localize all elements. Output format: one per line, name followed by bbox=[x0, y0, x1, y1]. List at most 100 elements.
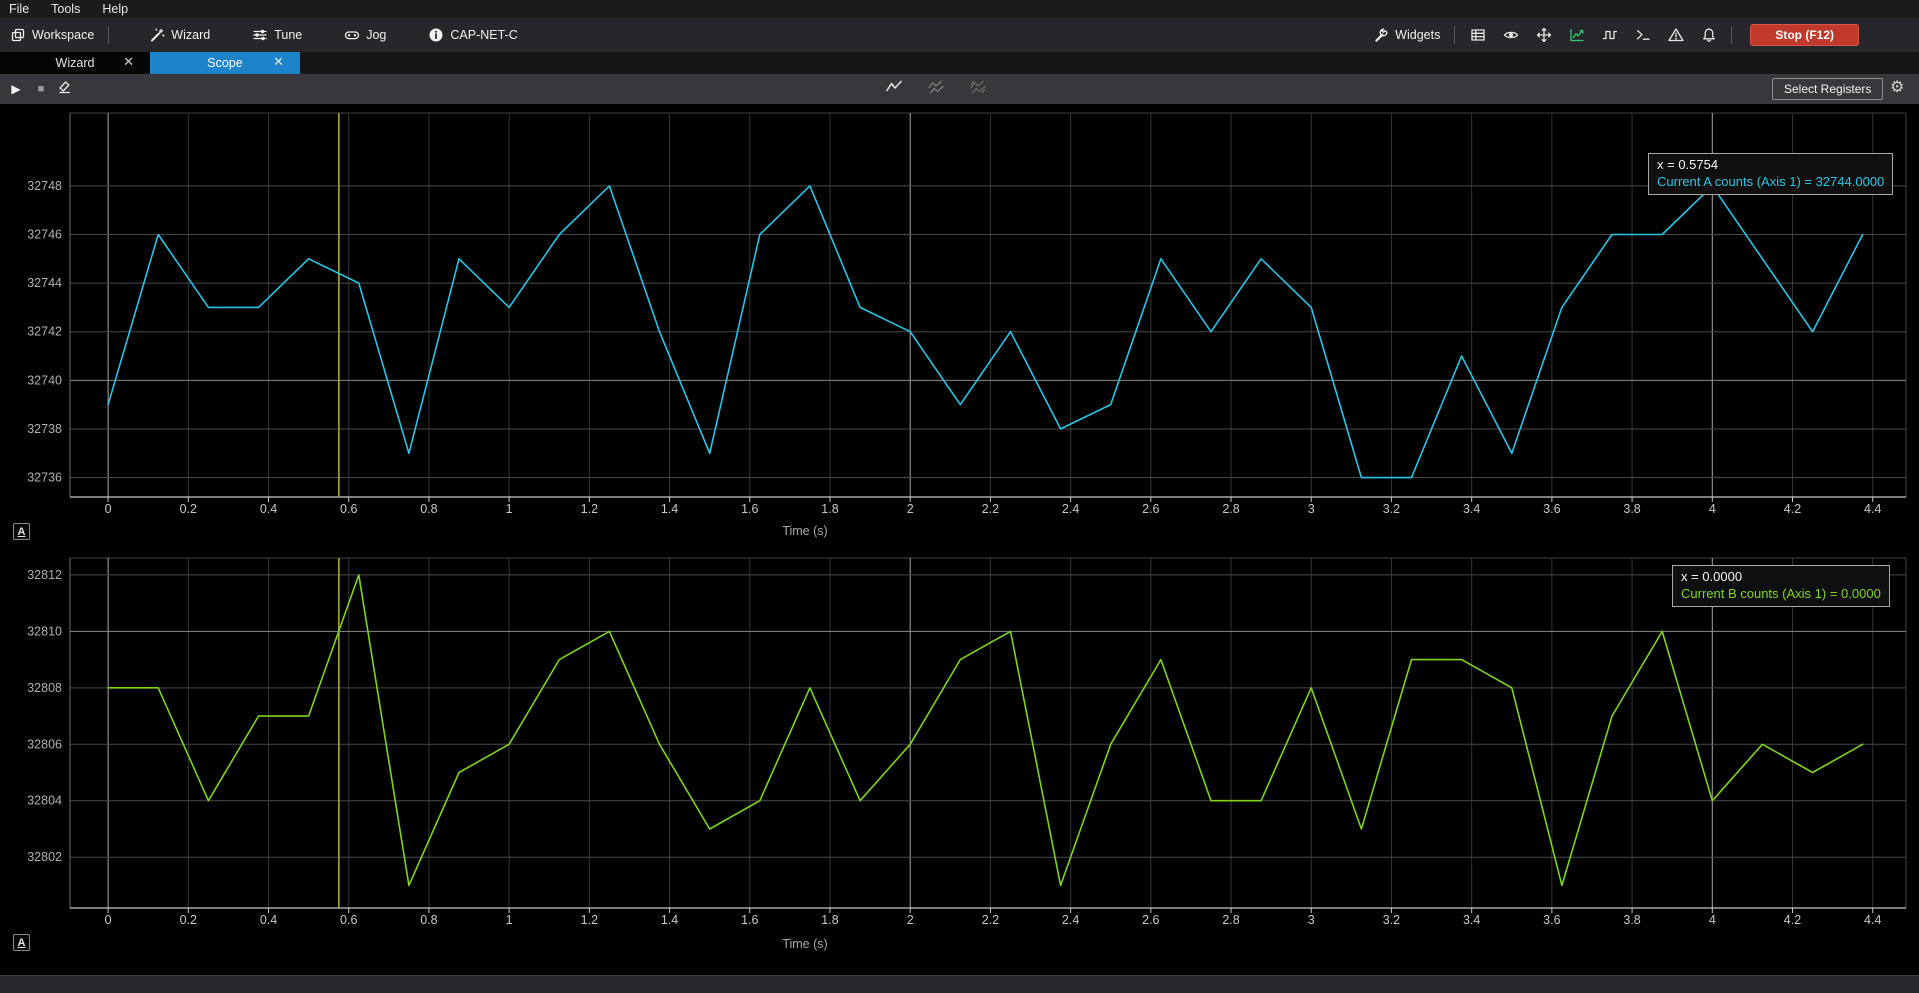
workspace-label: Workspace bbox=[32, 28, 94, 42]
x-tick-label: 1 bbox=[506, 913, 513, 927]
x-tick-label: 2.4 bbox=[1062, 913, 1079, 927]
curve-single-icon bbox=[886, 79, 902, 100]
x-tick-label: 4 bbox=[1709, 502, 1716, 516]
menu-item-help[interactable]: Help bbox=[91, 2, 139, 16]
x-axis-title: Time (s) bbox=[782, 524, 827, 538]
wizard-button[interactable]: Wizard bbox=[141, 23, 218, 47]
autoscale-button-b[interactable]: A bbox=[13, 934, 30, 951]
x-tick-label: 1.4 bbox=[661, 913, 678, 927]
x-tick-label: 0.4 bbox=[260, 502, 277, 516]
cursor-tooltip-a: x = 0.5754 Current A counts (Axis 1) = 3… bbox=[1648, 153, 1893, 195]
x-tick-label: 3.4 bbox=[1463, 502, 1480, 516]
tab-scope[interactable]: Scope ✕ bbox=[150, 52, 300, 74]
x-tick-label: 2.4 bbox=[1062, 502, 1079, 516]
x-tick-label: 3.8 bbox=[1623, 913, 1640, 927]
stop-capture-button[interactable]: ■ bbox=[31, 79, 51, 99]
x-tick-label: 0 bbox=[105, 502, 112, 516]
gear-icon[interactable]: ⚙ bbox=[1890, 77, 1904, 97]
y-tick-label: 32740 bbox=[27, 373, 62, 387]
x-tick-label: 2.6 bbox=[1142, 913, 1159, 927]
tune-button[interactable]: Tune bbox=[244, 23, 310, 47]
x-tick-label: 3.6 bbox=[1543, 502, 1560, 516]
scope-chart-icon[interactable] bbox=[1560, 22, 1593, 48]
eye-icon[interactable] bbox=[1494, 22, 1527, 48]
series-line-b bbox=[108, 575, 1863, 886]
menu-item-tools[interactable]: Tools bbox=[40, 2, 91, 16]
x-tick-label: 3 bbox=[1308, 502, 1315, 516]
y-tick-label: 32806 bbox=[27, 737, 62, 751]
table-icon[interactable] bbox=[1461, 22, 1494, 48]
x-tick-label: 4.2 bbox=[1784, 502, 1801, 516]
autoscale-button-a[interactable]: A bbox=[13, 523, 30, 540]
close-icon[interactable]: ✕ bbox=[273, 54, 284, 70]
tab-bar: Wizard ✕ Scope ✕ bbox=[0, 52, 1919, 74]
tune-label: Tune bbox=[274, 28, 302, 42]
tooltip-a-series-value: Current A counts (Axis 1) = 32744.0000 bbox=[1657, 173, 1884, 190]
stop-button[interactable]: Stop (F12) bbox=[1750, 24, 1859, 46]
terminal-icon[interactable] bbox=[1626, 22, 1659, 48]
warning-icon[interactable] bbox=[1659, 22, 1692, 48]
x-tick-label: 3.8 bbox=[1623, 502, 1640, 516]
y-tick-label: 32804 bbox=[27, 794, 62, 808]
bell-icon[interactable] bbox=[1692, 22, 1725, 48]
menu-item-file[interactable]: File bbox=[0, 2, 40, 16]
x-tick-label: 0.6 bbox=[340, 913, 357, 927]
jog-label: Jog bbox=[366, 28, 386, 42]
x-tick-label: 1.4 bbox=[661, 502, 678, 516]
tooltip-a-x-value: x = 0.5754 bbox=[1657, 156, 1884, 173]
cap-net-c-button[interactable]: CAP-NET-C bbox=[420, 23, 525, 47]
clear-curves-button[interactable] bbox=[968, 79, 988, 99]
tune-sliders-icon bbox=[252, 27, 268, 43]
tab-wizard-label: Wizard bbox=[56, 56, 95, 70]
eraser-icon bbox=[57, 79, 73, 100]
close-icon[interactable]: ✕ bbox=[123, 54, 134, 70]
scope-plot-a: 00.20.40.60.811.21.41.61.822.22.42.62.83… bbox=[27, 113, 1906, 538]
x-tick-label: 2.2 bbox=[982, 913, 999, 927]
workspace-button[interactable]: Workspace bbox=[2, 23, 102, 47]
x-tick-label: 1.8 bbox=[821, 913, 838, 927]
square-wave-icon[interactable] bbox=[1593, 22, 1626, 48]
wrench-icon bbox=[1373, 27, 1389, 43]
move-icon[interactable] bbox=[1527, 22, 1560, 48]
x-tick-label: 3.6 bbox=[1543, 913, 1560, 927]
scope-plot-b: 00.20.40.60.811.21.41.61.822.22.42.62.83… bbox=[27, 558, 1906, 951]
widgets-label: Widgets bbox=[1395, 28, 1440, 42]
x-tick-label: 3 bbox=[1308, 913, 1315, 927]
select-registers-button[interactable]: Select Registers bbox=[1772, 78, 1883, 100]
workspace-icon bbox=[10, 27, 26, 43]
x-tick-label: 4 bbox=[1709, 913, 1716, 927]
x-tick-label: 0.8 bbox=[420, 502, 437, 516]
tooltip-b-series-value: Current B counts (Axis 1) = 0.0000 bbox=[1681, 585, 1881, 602]
curve-double-icon bbox=[928, 79, 944, 100]
x-tick-label: 0.2 bbox=[180, 913, 197, 927]
x-tick-label: 1.6 bbox=[741, 502, 758, 516]
tab-wizard[interactable]: Wizard ✕ bbox=[0, 52, 150, 74]
x-tick-label: 3.2 bbox=[1383, 502, 1400, 516]
cap-net-c-label: CAP-NET-C bbox=[450, 28, 517, 42]
cursor-tooltip-b: x = 0.0000 Current B counts (Axis 1) = 0… bbox=[1672, 565, 1890, 607]
y-tick-label: 32812 bbox=[27, 568, 62, 582]
x-tick-label: 2 bbox=[907, 913, 914, 927]
y-tick-label: 32746 bbox=[27, 228, 62, 242]
wizard-label: Wizard bbox=[171, 28, 210, 42]
x-tick-label: 2.8 bbox=[1222, 502, 1239, 516]
jog-gamepad-icon bbox=[344, 27, 360, 43]
multi-curve-view-button[interactable] bbox=[926, 79, 946, 99]
jog-button[interactable]: Jog bbox=[336, 23, 394, 47]
x-tick-label: 3.2 bbox=[1383, 913, 1400, 927]
y-tick-label: 32808 bbox=[27, 681, 62, 695]
toolbar-separator bbox=[108, 26, 109, 44]
scope-toolbar: ▶ ■ Select Registers ⚙ bbox=[0, 74, 1919, 104]
eraser-button[interactable] bbox=[55, 79, 75, 99]
info-icon bbox=[428, 27, 444, 43]
play-button[interactable]: ▶ bbox=[6, 79, 26, 99]
single-curve-view-button[interactable] bbox=[884, 79, 904, 99]
y-tick-label: 32810 bbox=[27, 624, 62, 638]
x-tick-label: 0.2 bbox=[180, 502, 197, 516]
tab-scope-label: Scope bbox=[207, 56, 242, 70]
widgets-button[interactable]: Widgets bbox=[1365, 23, 1448, 47]
x-tick-label: 4.4 bbox=[1864, 913, 1881, 927]
scope-charts-area: 00.20.40.60.811.21.41.61.822.22.42.62.83… bbox=[0, 104, 1919, 975]
x-tick-label: 0 bbox=[105, 913, 112, 927]
scope-plots[interactable]: 00.20.40.60.811.21.41.61.822.22.42.62.83… bbox=[0, 104, 1919, 975]
